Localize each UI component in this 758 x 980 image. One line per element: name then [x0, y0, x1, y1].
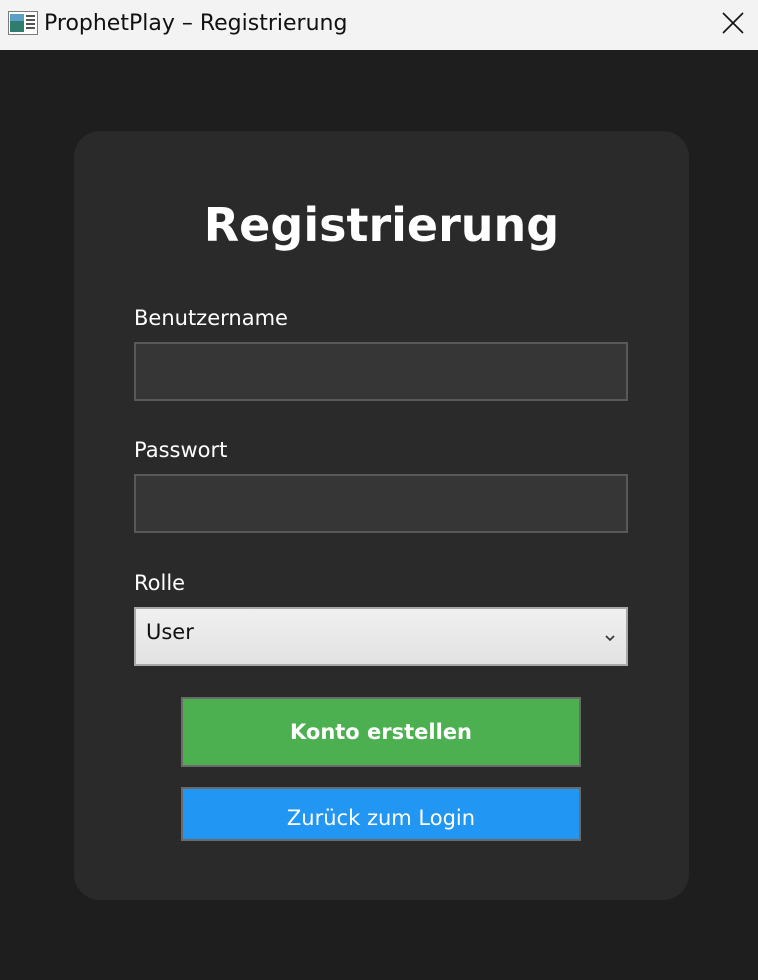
window-title: ProphetPlay – Registrierung	[44, 11, 348, 36]
role-label: Rolle	[134, 571, 186, 595]
password-input[interactable]	[134, 474, 628, 533]
password-label: Passwort	[134, 438, 228, 462]
username-input[interactable]	[134, 342, 628, 401]
registration-card: Registrierung Benutzername Passwort Roll…	[74, 131, 689, 900]
role-select[interactable]: User	[134, 607, 628, 666]
window-titlebar: ProphetPlay – Registrierung	[0, 0, 758, 50]
app-window-icon	[8, 11, 38, 35]
username-label: Benutzername	[134, 306, 288, 330]
close-button[interactable]	[708, 0, 758, 46]
close-icon	[722, 12, 744, 34]
window-client-area: Registrierung Benutzername Passwort Roll…	[0, 50, 758, 980]
chevron-down-icon	[604, 629, 616, 642]
role-select-value: User	[146, 620, 194, 644]
create-account-button[interactable]: Konto erstellen	[181, 697, 581, 767]
back-to-login-button[interactable]: Zurück zum Login	[181, 787, 581, 841]
page-title: Registrierung	[203, 198, 560, 252]
